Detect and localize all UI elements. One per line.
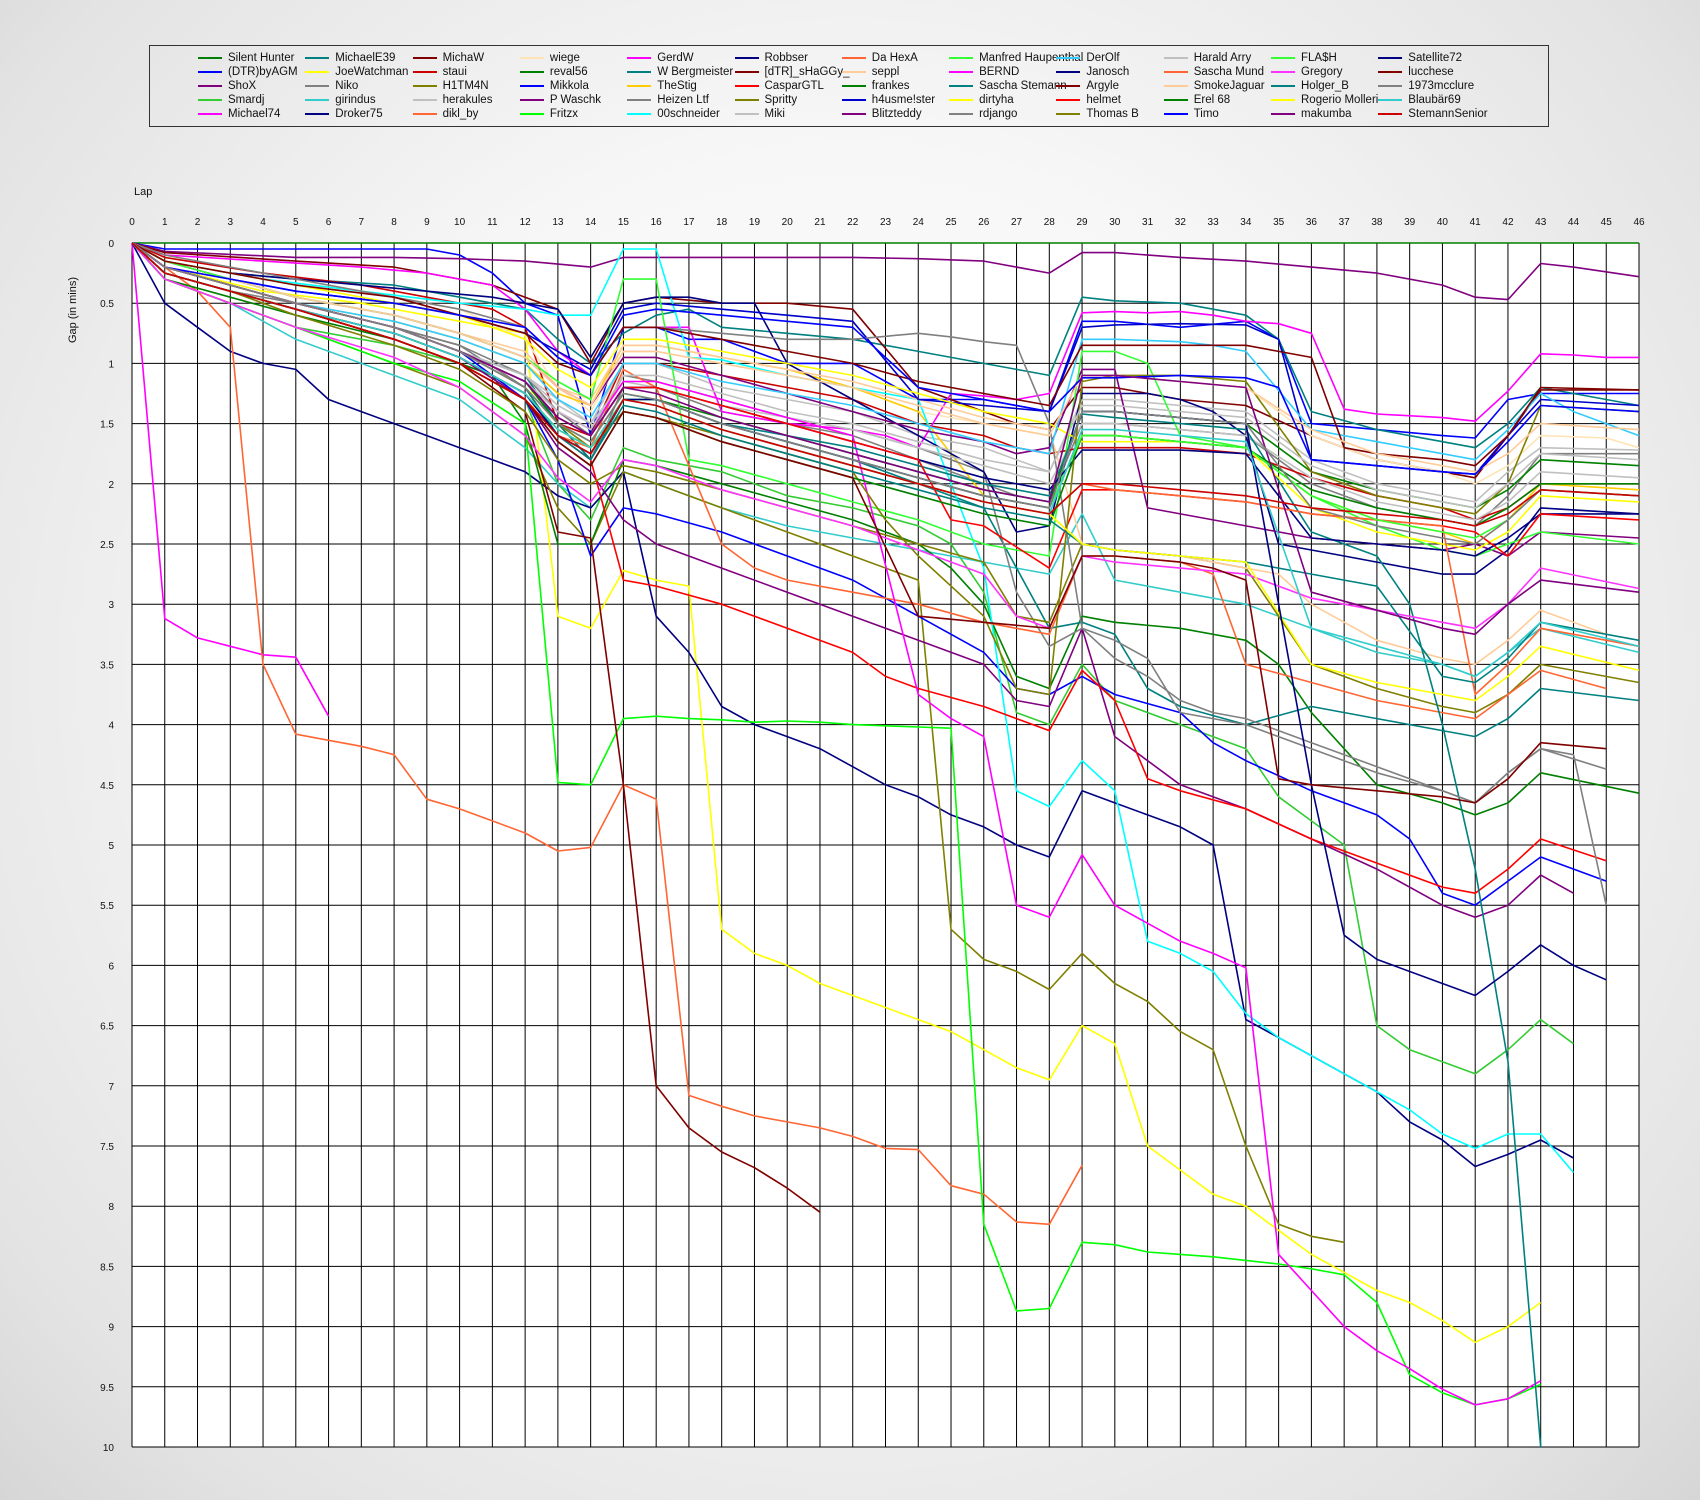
x-tick-label: 41	[1470, 217, 1482, 228]
y-tick-label: 1.5	[100, 420, 114, 431]
x-tick-label: 10	[454, 217, 466, 228]
x-tick-label: 29	[1077, 217, 1089, 228]
x-tick-label: 14	[585, 217, 597, 228]
y-tick-label: 4.5	[100, 781, 114, 792]
y-tick-label: 8	[108, 1202, 114, 1213]
x-tick-label: 32	[1175, 217, 1187, 228]
x-tick-label: 28	[1044, 217, 1056, 228]
x-tick-label: 16	[651, 217, 663, 228]
x-tick-label: 40	[1437, 217, 1449, 228]
y-tick-label: 5	[108, 841, 114, 852]
y-tick-label: 9	[108, 1323, 114, 1334]
x-tick-label: 18	[716, 217, 728, 228]
x-tick-label: 19	[749, 217, 761, 228]
x-tick-label: 13	[552, 217, 564, 228]
y-tick-label: 0	[108, 239, 114, 250]
x-tick-label: 25	[945, 217, 957, 228]
x-tick-label: 26	[978, 217, 990, 228]
x-axis-label: Lap	[134, 186, 152, 198]
y-tick-label: 9.5	[100, 1383, 114, 1394]
x-tick-label: 21	[814, 217, 826, 228]
y-tick-label: 2.5	[100, 540, 114, 551]
y-tick-label: 7.5	[100, 1142, 114, 1153]
x-tick-label: 35	[1273, 217, 1285, 228]
x-tick-label: 44	[1568, 217, 1580, 228]
x-tick-label: 15	[618, 217, 630, 228]
x-tick-label: 9	[424, 217, 430, 228]
x-tick-label: 1	[162, 217, 168, 228]
x-tick-label: 31	[1142, 217, 1154, 228]
x-tick-label: 33	[1208, 217, 1220, 228]
x-tick-label: 38	[1371, 217, 1383, 228]
y-tick-label: 1	[108, 359, 114, 370]
y-tick-label: 5.5	[100, 901, 114, 912]
x-tick-label: 3	[228, 217, 234, 228]
y-tick-label: 7	[108, 1082, 114, 1093]
y-tick-label: 0.5	[100, 299, 114, 310]
x-tick-label: 11	[487, 217, 498, 228]
x-tick-label: 46	[1633, 217, 1645, 228]
x-tick-label: 45	[1601, 217, 1613, 228]
x-tick-label: 30	[1109, 217, 1121, 228]
y-tick-label: 6.5	[100, 1022, 114, 1033]
y-tick-label: 2	[108, 480, 114, 491]
x-tick-label: 12	[520, 217, 532, 228]
x-tick-label: 39	[1404, 217, 1416, 228]
x-tick-label: 36	[1306, 217, 1318, 228]
x-tick-label: 5	[293, 217, 299, 228]
x-tick-label: 17	[683, 217, 695, 228]
y-axis-label: Gap (in mins)	[67, 277, 79, 343]
x-tick-label: 0	[129, 217, 135, 228]
x-tick-label: 37	[1339, 217, 1351, 228]
x-tick-label: 7	[359, 217, 365, 228]
y-tick-label: 3.5	[100, 660, 114, 671]
y-tick-label: 8.5	[100, 1262, 114, 1273]
x-tick-label: 6	[326, 217, 332, 228]
y-tick-label: 10	[103, 1443, 115, 1454]
y-tick-label: 6	[108, 961, 114, 972]
y-tick-label: 3	[108, 600, 114, 611]
x-tick-label: 43	[1535, 217, 1547, 228]
x-tick-label: 2	[195, 217, 201, 228]
x-tick-label: 27	[1011, 217, 1023, 228]
x-tick-label: 34	[1240, 217, 1252, 228]
lap-gap-chart: 0 1 2 3 4 5 6 7 8 9 10 11 12 13 14 15 16 17 18 19 20 21 22 23 24…	[67, 186, 1645, 1454]
x-tick-label: 22	[847, 217, 859, 228]
x-tick-label: 20	[782, 217, 794, 228]
x-tick-label: 8	[391, 217, 397, 228]
x-tick-label: 24	[913, 217, 925, 228]
y-tick-label: 4	[108, 721, 114, 732]
x-tick-label: 4	[260, 217, 266, 228]
x-tick-label: 42	[1502, 217, 1514, 228]
x-tick-label: 23	[880, 217, 892, 228]
